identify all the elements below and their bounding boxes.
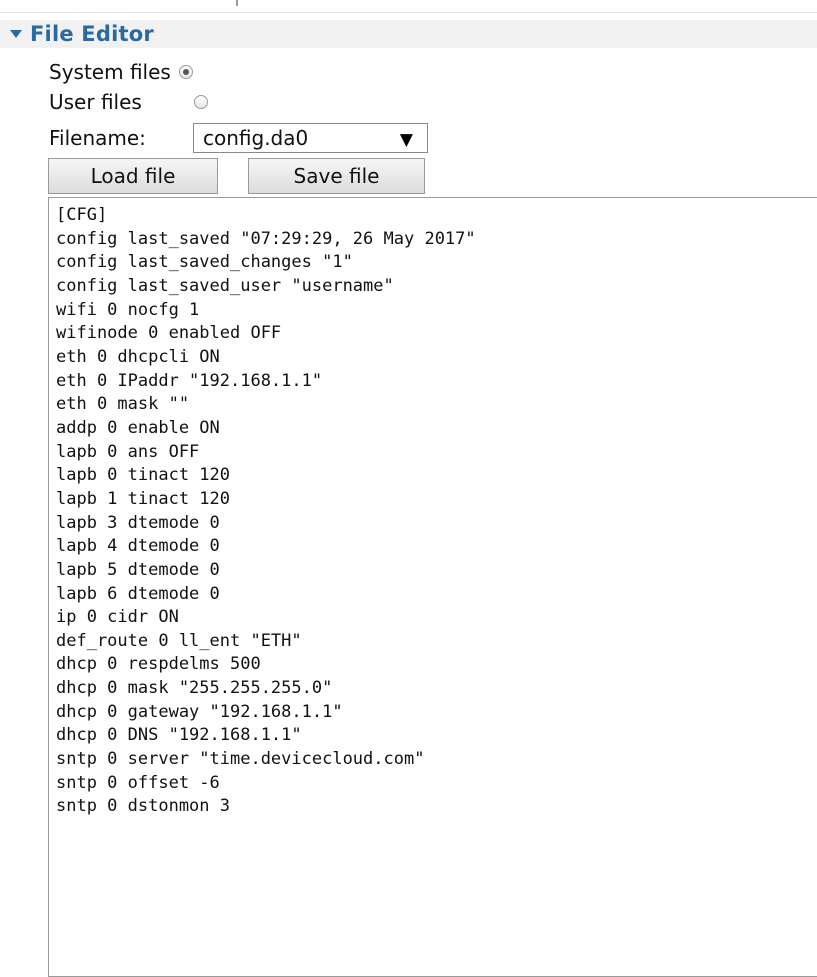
filename-select[interactable]: config.da0 ▼ (193, 123, 428, 153)
file-editor-section-header[interactable]: File Editor (0, 20, 817, 48)
file-content-editor[interactable]: [CFG] config last_saved "07:29:29, 26 Ma… (48, 197, 817, 977)
load-file-button[interactable]: Load file (48, 158, 218, 194)
filename-value: config.da0 (203, 126, 309, 150)
divider-mark (236, 0, 238, 6)
user-files-option[interactable]: User files (49, 90, 208, 114)
user-files-radio[interactable] (193, 95, 208, 109)
system-files-option[interactable]: System files (49, 60, 193, 84)
section-title: File Editor (30, 22, 154, 46)
file-content-text[interactable]: [CFG] config last_saved "07:29:29, 26 Ma… (56, 204, 476, 819)
caret-down-icon[interactable] (10, 30, 22, 38)
system-files-radio[interactable] (178, 65, 193, 79)
filename-label: Filename: (49, 126, 146, 150)
filename-label-row: Filename: (49, 126, 146, 150)
system-files-label: System files (49, 60, 171, 84)
save-file-button[interactable]: Save file (248, 158, 425, 194)
dropdown-arrow-icon[interactable]: ▼ (400, 130, 413, 150)
user-files-label: User files (49, 90, 142, 114)
previous-section-edge (0, 0, 817, 13)
